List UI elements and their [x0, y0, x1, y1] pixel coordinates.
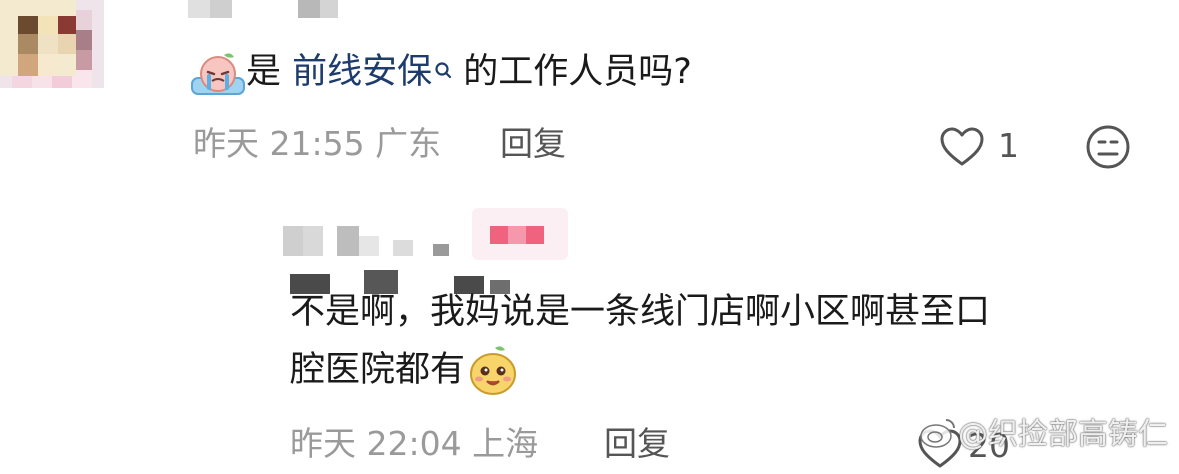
crying-emoji-icon	[190, 50, 246, 95]
username-redacted[interactable]	[188, 0, 338, 18]
topic-link[interactable]: 前线安保	[292, 52, 452, 92]
reply-text-line1: 不是啊，我妈说是一条线门店啊小区啊甚至口	[290, 292, 991, 332]
reply-button[interactable]: 回复	[604, 424, 670, 464]
like-count: 1	[998, 126, 1019, 165]
smiling-emoji-icon	[465, 344, 521, 395]
username-redacted[interactable]	[283, 222, 473, 262]
comment-timestamp: 昨天 21:55 广东	[193, 124, 442, 163]
reply-button[interactable]: 回复	[500, 124, 566, 164]
comment-text: 是 前线安保 的工作人员吗?	[190, 50, 692, 95]
user-badge	[472, 208, 568, 260]
redaction-mark	[290, 270, 530, 296]
comment-text-pre: 是	[246, 52, 293, 92]
reply-text-line2: 腔医院都有	[290, 346, 521, 395]
reply-timestamp: 昨天 22:04 上海	[290, 424, 539, 463]
avatar[interactable]	[0, 0, 76, 164]
weibo-logo-icon	[918, 416, 958, 450]
search-icon	[434, 50, 452, 94]
comment-text-post: 的工作人员吗?	[452, 52, 692, 92]
watermark: @织捡部高铸仁	[958, 417, 1168, 452]
heart-icon[interactable]	[938, 126, 986, 168]
dislike-face-icon[interactable]	[1084, 124, 1132, 170]
